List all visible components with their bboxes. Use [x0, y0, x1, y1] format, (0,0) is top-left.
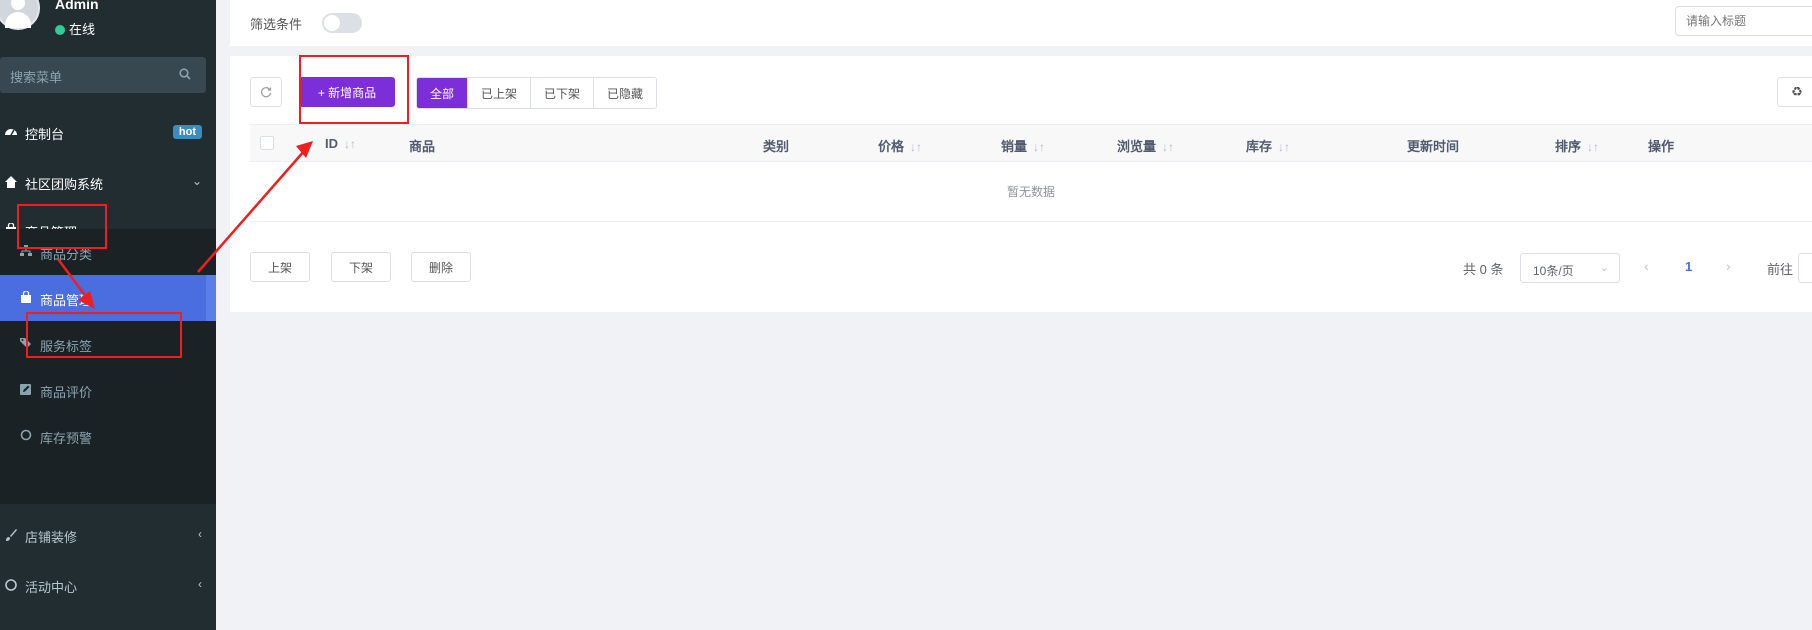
title-search-input[interactable] — [1675, 6, 1812, 36]
user-panel: Admin 在线 — [0, 0, 216, 48]
recycle-bin-button[interactable]: ♻ — [1777, 77, 1812, 107]
chevron-down-icon: ⌄ — [191, 174, 202, 188]
status-tabs: 全部 已上架 已下架 已隐藏 — [416, 77, 658, 109]
menu-search-input[interactable]: 搜索菜单 — [0, 57, 206, 93]
chevron-down-icon: ⌄ — [1599, 262, 1609, 274]
tab-on-shelf[interactable]: 已上架 — [468, 78, 532, 108]
tab-off-shelf[interactable]: 已下架 — [531, 78, 595, 108]
sidebar-item-label: 活动中心 — [25, 580, 78, 595]
submenu-item-label: 商品评价 — [40, 385, 93, 400]
sidebar-item-store-decoration[interactable]: 店铺装修 ‹ — [0, 511, 216, 561]
recycle-icon: ♻ — [1791, 84, 1803, 99]
circle-icon — [20, 429, 32, 441]
goto-label: 前往 — [1767, 262, 1794, 277]
online-dot-icon — [55, 25, 65, 35]
dashboard-icon — [5, 129, 17, 136]
home-icon — [5, 176, 17, 188]
user-name: Admin — [55, 0, 99, 12]
edit-icon — [20, 384, 31, 395]
column-header-id[interactable]: ID ↓↑ — [325, 136, 356, 151]
filter-label: 筛选条件 — [250, 17, 303, 32]
column-header-views[interactable]: 浏览量 ↓↑ — [1117, 136, 1174, 155]
tab-hidden[interactable]: 已隐藏 — [594, 78, 657, 108]
column-header-actions: 操作 — [1648, 139, 1675, 154]
avatar — [0, 0, 40, 30]
page-number-current[interactable]: 1 — [1685, 259, 1692, 274]
delete-button[interactable]: 删除 — [411, 252, 471, 282]
sort-icon: ↓↑ — [1587, 140, 1600, 154]
user-status: 在线 — [55, 19, 95, 38]
chevron-left-icon: ‹ — [198, 577, 202, 591]
sort-icon: ↓↑ — [910, 140, 923, 154]
table-header: ID ↓↑ 商品 类别 价格 ↓↑ 销量 ↓↑ 浏览量 ↓↑ 库存 ↓↑ 更新时间 排序 ↓… — [250, 124, 1812, 162]
chevron-left-icon: ‹ — [198, 527, 202, 541]
refresh-button[interactable] — [250, 77, 282, 107]
empty-state: 暂无数据 — [250, 162, 1812, 222]
annotation-box-menu — [17, 204, 107, 249]
annotation-box-add-button — [299, 55, 409, 124]
submenu-item-stock-alert[interactable]: 库存预警 — [0, 413, 216, 459]
refresh-icon — [260, 87, 272, 98]
page-size-select[interactable]: 10条/页 ⌄ — [1520, 253, 1620, 283]
submenu-item-label: 库存预警 — [40, 431, 93, 446]
menu-search-placeholder: 搜索菜单 — [10, 70, 63, 85]
sidebar-item-label: 社区团购系统 — [25, 177, 104, 192]
shopping-bag-icon — [21, 291, 31, 303]
sort-icon: ↓↑ — [1278, 140, 1291, 154]
filter-bar: 筛选条件 — [230, 0, 1812, 46]
column-header-product: 商品 — [409, 139, 436, 154]
on-shelf-button[interactable]: 上架 — [250, 252, 310, 282]
annotation-box-submenu — [26, 312, 182, 358]
sort-icon: ↓↑ — [1033, 140, 1046, 154]
circle-icon — [5, 579, 17, 591]
select-all-checkbox[interactable] — [260, 136, 274, 150]
sidebar-item-activity-center[interactable]: 活动中心 ‹ — [0, 561, 216, 611]
sort-icon: ↓↑ — [1162, 140, 1175, 154]
off-shelf-button[interactable]: 下架 — [331, 252, 391, 282]
column-header-stock[interactable]: 库存 ↓↑ — [1246, 136, 1290, 155]
hot-badge: hot — [172, 125, 202, 139]
column-header-updated: 更新时间 — [1407, 139, 1460, 154]
sidebar-item-label: 控制台 — [25, 127, 65, 142]
submenu-product: 商品分类 商品管理 服务标签 商品评价 库存预警 — [0, 229, 216, 504]
prev-page-button[interactable]: ‹ — [1644, 258, 1649, 274]
goto-page-input[interactable] — [1798, 253, 1812, 283]
sidebar-item-community-group[interactable]: 社区团购系统 ⌄ — [0, 158, 216, 208]
submenu-item-product-reviews[interactable]: 商品评价 — [0, 367, 216, 413]
brush-icon — [6, 529, 17, 541]
product-panel: + 新增商品 全部 已上架 已下架 已隐藏 ♻ ID ↓↑ 商品 类别 价格 ↓↑ … — [230, 56, 1812, 312]
column-header-sales[interactable]: 销量 ↓↑ — [1001, 136, 1045, 155]
sidebar-item-dashboard[interactable]: 控制台 hot — [0, 108, 216, 158]
filter-toggle[interactable] — [322, 13, 362, 33]
sidebar-item-label: 店铺装修 — [25, 530, 78, 545]
pagination-total: 共 0 条 — [1463, 262, 1504, 277]
search-icon[interactable] — [179, 68, 191, 80]
sort-icon: ↓↑ — [344, 137, 356, 151]
tab-all[interactable]: 全部 — [417, 78, 469, 108]
column-header-price[interactable]: 价格 ↓↑ — [878, 136, 922, 155]
column-header-sort[interactable]: 排序 ↓↑ — [1555, 136, 1599, 155]
column-header-category: 类别 — [763, 139, 790, 154]
next-page-button[interactable]: › — [1726, 258, 1731, 274]
submenu-item-label: 商品管理 — [40, 293, 93, 308]
